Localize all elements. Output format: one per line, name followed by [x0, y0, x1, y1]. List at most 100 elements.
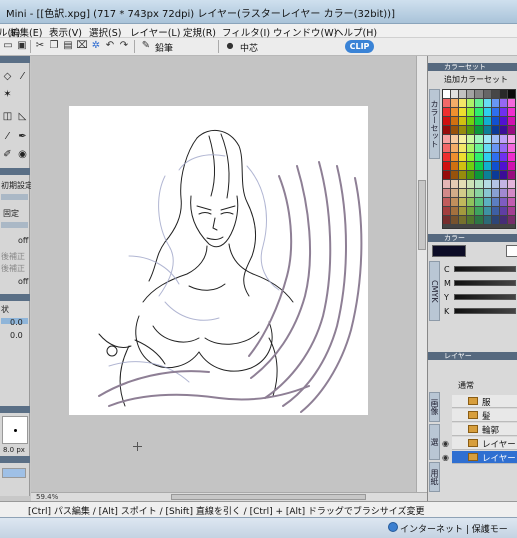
color-swatch[interactable] [491, 135, 499, 143]
main-color-swatch[interactable] [432, 245, 466, 257]
color-swatch[interactable] [499, 207, 507, 215]
color-swatch[interactable] [475, 198, 483, 206]
color-swatch[interactable] [451, 207, 459, 215]
color-swatch[interactable] [507, 126, 515, 134]
redo-icon[interactable]: ↷ [118, 40, 130, 52]
color-swatch[interactable] [507, 216, 515, 224]
add-color-set-label[interactable]: 追加カラーセット [444, 74, 508, 85]
color-swatch[interactable] [483, 198, 491, 206]
color-swatch[interactable] [507, 153, 515, 161]
sub-color-swatch[interactable] [506, 245, 517, 257]
color-swatch[interactable] [491, 171, 499, 179]
color-swatch[interactable] [507, 135, 515, 143]
color-swatch[interactable] [491, 207, 499, 215]
menu-view[interactable]: 表示(V) [49, 25, 82, 39]
color-swatch[interactable] [507, 189, 515, 197]
eye-icon[interactable]: ◉ [442, 453, 449, 462]
color-swatch[interactable] [443, 144, 451, 152]
color-swatch[interactable] [491, 108, 499, 116]
color-swatch[interactable] [451, 144, 459, 152]
menu-select[interactable]: 選択(S) [89, 25, 121, 39]
color-swatch[interactable] [451, 117, 459, 125]
color-swatch[interactable] [467, 207, 475, 215]
layer-row[interactable]: 髪 [452, 409, 517, 422]
paste-icon[interactable]: ▤ [62, 40, 74, 52]
color-swatch[interactable] [459, 180, 467, 188]
layer-row-selected[interactable]: ◉ レイヤー [442, 451, 517, 464]
horizontal-scrollbar[interactable]: 59.4% [31, 492, 427, 501]
save-icon[interactable]: ▣ [16, 40, 28, 52]
color-swatch[interactable] [475, 108, 483, 116]
color-swatch[interactable] [443, 180, 451, 188]
fill-icon[interactable]: ◉ [16, 148, 29, 161]
color-swatch[interactable] [483, 180, 491, 188]
color-swatch[interactable] [467, 144, 475, 152]
brush-name[interactable]: 鉛筆 [155, 41, 173, 54]
color-swatch[interactable] [451, 135, 459, 143]
eye-icon[interactable]: ◉ [442, 439, 449, 448]
color-swatch[interactable] [475, 90, 483, 98]
color-swatch[interactable] [475, 99, 483, 107]
setting-slider-2[interactable] [1, 222, 28, 228]
eraser-icon[interactable]: ◇ [1, 70, 14, 83]
layer-row[interactable]: 服 [452, 395, 517, 408]
color-swatch[interactable] [491, 126, 499, 134]
color-swatch[interactable] [475, 207, 483, 215]
cmyk-tab[interactable]: CMYK [429, 261, 440, 321]
color-swatch[interactable] [483, 99, 491, 107]
brush-icon[interactable]: ⁄ [1, 130, 14, 143]
color-swatch[interactable] [491, 90, 499, 98]
menu-filter[interactable]: フィルタ(I) [222, 25, 270, 39]
layer-blend-mode[interactable]: 通常 [458, 380, 474, 391]
color-swatch[interactable] [507, 117, 515, 125]
color-swatch[interactable] [499, 135, 507, 143]
color-swatch[interactable] [467, 126, 475, 134]
color-swatch[interactable] [443, 108, 451, 116]
drawing-canvas[interactable] [69, 106, 368, 415]
color-swatch[interactable] [451, 90, 459, 98]
initial-setting-label[interactable]: 初期設定 [1, 180, 33, 191]
color-swatch[interactable] [507, 207, 515, 215]
layer-tab-paper[interactable]: 用紙 [429, 462, 440, 492]
cmyk-k-slider[interactable] [454, 308, 516, 314]
blend-icon[interactable]: ✐ [1, 148, 14, 161]
color-swatch[interactable] [507, 90, 515, 98]
color-swatch[interactable] [459, 153, 467, 161]
color-swatch[interactable] [467, 90, 475, 98]
color-swatch[interactable] [499, 171, 507, 179]
new-icon[interactable]: ▭ [2, 40, 14, 52]
color-swatch-grid[interactable] [442, 89, 516, 229]
color-swatch[interactable] [443, 135, 451, 143]
color-swatch[interactable] [443, 216, 451, 224]
color-swatch[interactable] [467, 180, 475, 188]
color-swatch[interactable] [451, 99, 459, 107]
color-swatch[interactable] [475, 180, 483, 188]
color-swatch[interactable] [467, 135, 475, 143]
color-swatch[interactable] [491, 144, 499, 152]
magic-wand-icon[interactable]: ✶ [1, 88, 14, 101]
color-swatch[interactable] [483, 90, 491, 98]
color-swatch[interactable] [459, 162, 467, 170]
color-swatch[interactable] [459, 198, 467, 206]
color-swatch[interactable] [507, 198, 515, 206]
color-swatch[interactable] [491, 198, 499, 206]
menu-layer[interactable]: レイヤー(L) [130, 25, 180, 39]
color-swatch[interactable] [459, 207, 467, 215]
cut-icon[interactable]: ✂ [34, 40, 46, 52]
material-button[interactable] [2, 468, 26, 478]
menu-edit[interactable]: 編集(E) [10, 25, 42, 39]
color-swatch[interactable] [451, 162, 459, 170]
color-swatch[interactable] [483, 207, 491, 215]
color-swatch[interactable] [491, 162, 499, 170]
color-swatch[interactable] [467, 189, 475, 197]
color-swatch[interactable] [483, 162, 491, 170]
color-swatch[interactable] [459, 99, 467, 107]
color-swatch[interactable] [499, 117, 507, 125]
copy-icon[interactable]: ❐ [48, 40, 60, 52]
color-swatch[interactable] [507, 108, 515, 116]
color-swatch[interactable] [491, 153, 499, 161]
color-swatch[interactable] [483, 144, 491, 152]
color-swatch[interactable] [443, 99, 451, 107]
color-swatch[interactable] [451, 108, 459, 116]
color-swatch[interactable] [475, 162, 483, 170]
